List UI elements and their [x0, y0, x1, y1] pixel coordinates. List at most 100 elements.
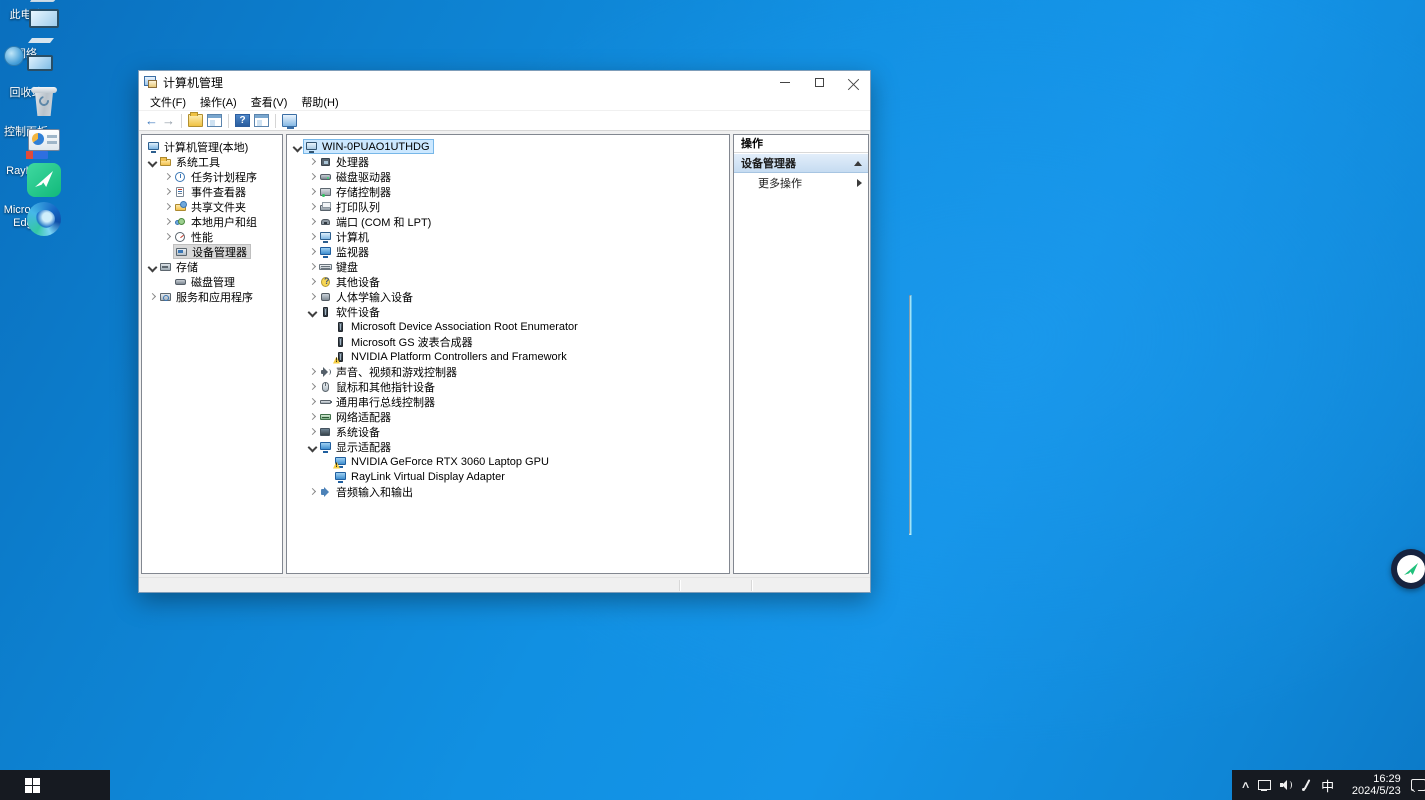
chevron-collapsed-icon[interactable]: [306, 201, 318, 213]
chevron-collapsed-icon[interactable]: [146, 291, 158, 303]
tree-item-body[interactable]: 系统工具: [158, 154, 223, 169]
tree-item-body[interactable]: NVIDIA GeForce RTX 3060 Laptop GPU: [333, 454, 552, 469]
show-console-tree-icon[interactable]: [188, 114, 203, 127]
chevron-collapsed-icon[interactable]: [306, 261, 318, 273]
chevron-collapsed-icon[interactable]: [306, 366, 318, 378]
tree-item[interactable]: 系统工具: [142, 154, 282, 169]
pen-tray-icon[interactable]: [1301, 779, 1312, 791]
taskbar-clock[interactable]: 16:29 2024/5/23: [1342, 773, 1401, 797]
desktop-icon-this-pc[interactable]: 此电脑: [0, 6, 52, 22]
tree-item[interactable]: NVIDIA Platform Controllers and Framewor…: [287, 349, 729, 364]
chevron-expanded-icon[interactable]: [306, 441, 318, 453]
tree-item-body[interactable]: 显示适配器: [318, 439, 394, 454]
volume-tray-icon[interactable]: [1280, 779, 1293, 791]
tree-item-body[interactable]: 磁盘驱动器: [318, 169, 394, 184]
tree-item[interactable]: 计算机管理(本地): [142, 139, 282, 154]
chevron-collapsed-icon[interactable]: [161, 216, 173, 228]
tree-item[interactable]: NVIDIA GeForce RTX 3060 Laptop GPU: [287, 454, 729, 469]
tree-item-body[interactable]: Microsoft GS 波表合成器: [333, 334, 476, 349]
tree-item[interactable]: 端口 (COM 和 LPT): [287, 214, 729, 229]
chevron-collapsed-icon[interactable]: [306, 276, 318, 288]
tree-item-body[interactable]: 音频输入和输出: [318, 484, 416, 499]
tree-item-body[interactable]: 本地用户和组: [173, 214, 260, 229]
chevron-expanded-icon[interactable]: [291, 141, 303, 153]
tree-item-selected[interactable]: WIN-0PUAO1UTHDG: [303, 139, 434, 154]
tree-item[interactable]: 处理器: [287, 154, 729, 169]
title-bar[interactable]: 计算机管理: [139, 71, 870, 93]
more-actions-item[interactable]: 更多操作: [734, 173, 868, 193]
forward-arrow-icon[interactable]: →: [162, 114, 175, 127]
chevron-collapsed-icon[interactable]: [306, 156, 318, 168]
chevron-collapsed-icon[interactable]: [306, 291, 318, 303]
tree-item[interactable]: 其他设备: [287, 274, 729, 289]
tree-item[interactable]: 通用串行总线控制器: [287, 394, 729, 409]
chevron-collapsed-icon[interactable]: [161, 186, 173, 198]
collapse-icon[interactable]: [854, 161, 862, 166]
tree-item-body[interactable]: 性能: [173, 229, 216, 244]
tree-item[interactable]: 软件设备: [287, 304, 729, 319]
desktop-icon-edge[interactable]: Microsoft Edge: [0, 201, 52, 230]
desktop-icon-recycle-bin[interactable]: 回收站: [0, 84, 52, 100]
tree-item-body[interactable]: 服务和应用程序: [158, 289, 256, 304]
start-button[interactable]: [12, 770, 52, 800]
tree-item[interactable]: 系统设备: [287, 424, 729, 439]
tree-item[interactable]: 共享文件夹: [142, 199, 282, 214]
tree-item-body[interactable]: 计算机: [318, 229, 372, 244]
tree-item-body[interactable]: 软件设备: [318, 304, 383, 319]
tree-item-body[interactable]: 磁盘管理: [173, 274, 238, 289]
minimize-button[interactable]: [768, 71, 802, 93]
tree-item[interactable]: 人体学输入设备: [287, 289, 729, 304]
chevron-collapsed-icon[interactable]: [306, 486, 318, 498]
tree-item[interactable]: Microsoft Device Association Root Enumer…: [287, 319, 729, 334]
tree-item[interactable]: RayLink Virtual Display Adapter: [287, 469, 729, 484]
menu-item[interactable]: 文件(F): [143, 94, 193, 110]
desktop-icon-network[interactable]: 网络: [0, 45, 52, 61]
tray-overflow-chevron-icon[interactable]: ∧: [1241, 780, 1251, 791]
tree-item[interactable]: 磁盘驱动器: [287, 169, 729, 184]
tree-item-selected[interactable]: 设备管理器: [173, 244, 251, 259]
tree-item-body[interactable]: 键盘: [318, 259, 361, 274]
tree-item-body[interactable]: 人体学输入设备: [318, 289, 416, 304]
tree-item-body[interactable]: 处理器: [318, 154, 372, 169]
tree-item[interactable]: 键盘: [287, 259, 729, 274]
tree-item[interactable]: 网络适配器: [287, 409, 729, 424]
chevron-collapsed-icon[interactable]: [306, 186, 318, 198]
tree-item-body[interactable]: 声音、视频和游戏控制器: [318, 364, 460, 379]
console-panel-icon[interactable]: [254, 114, 269, 127]
chevron-expanded-icon[interactable]: [146, 261, 158, 273]
tree-item-body[interactable]: 存储控制器: [318, 184, 394, 199]
chevron-collapsed-icon[interactable]: [161, 231, 173, 243]
chevron-expanded-icon[interactable]: [306, 306, 318, 318]
chevron-collapsed-icon[interactable]: [306, 171, 318, 183]
tree-item[interactable]: 声音、视频和游戏控制器: [287, 364, 729, 379]
tree-item[interactable]: WIN-0PUAO1UTHDG: [287, 139, 729, 154]
tree-item-body[interactable]: 端口 (COM 和 LPT): [318, 214, 434, 229]
tree-item[interactable]: 存储控制器: [287, 184, 729, 199]
tree-item-body[interactable]: 监视器: [318, 244, 372, 259]
action-center-icon[interactable]: [1411, 779, 1425, 792]
tree-item[interactable]: 任务计划程序: [142, 169, 282, 184]
maximize-button[interactable]: [802, 71, 836, 93]
desktop-icon-raylink[interactable]: RayLink: [0, 162, 52, 178]
device-view-icon[interactable]: [282, 114, 297, 127]
tree-item[interactable]: 音频输入和输出: [287, 484, 729, 499]
tree-item[interactable]: Microsoft GS 波表合成器: [287, 334, 729, 349]
tree-item-body[interactable]: 通用串行总线控制器: [318, 394, 438, 409]
tree-item[interactable]: 本地用户和组: [142, 214, 282, 229]
tree-item[interactable]: 监视器: [287, 244, 729, 259]
tree-item-body[interactable]: 网络适配器: [318, 409, 394, 424]
tree-item[interactable]: 服务和应用程序: [142, 289, 282, 304]
actions-group-device-manager[interactable]: 设备管理器: [734, 153, 868, 173]
tree-item-body[interactable]: 打印队列: [318, 199, 383, 214]
ime-indicator[interactable]: 中: [1321, 776, 1334, 795]
chevron-collapsed-icon[interactable]: [306, 426, 318, 438]
chevron-collapsed-icon[interactable]: [161, 171, 173, 183]
back-arrow-icon[interactable]: ←: [145, 114, 158, 127]
tree-item[interactable]: 显示适配器: [287, 439, 729, 454]
tree-item[interactable]: 计算机: [287, 229, 729, 244]
tree-item[interactable]: 性能: [142, 229, 282, 244]
tree-item-body[interactable]: 鼠标和其他指针设备: [318, 379, 438, 394]
tree-item-body[interactable]: 任务计划程序: [173, 169, 260, 184]
console-window-icon[interactable]: [207, 114, 222, 127]
tree-item-body[interactable]: 其他设备: [318, 274, 383, 289]
